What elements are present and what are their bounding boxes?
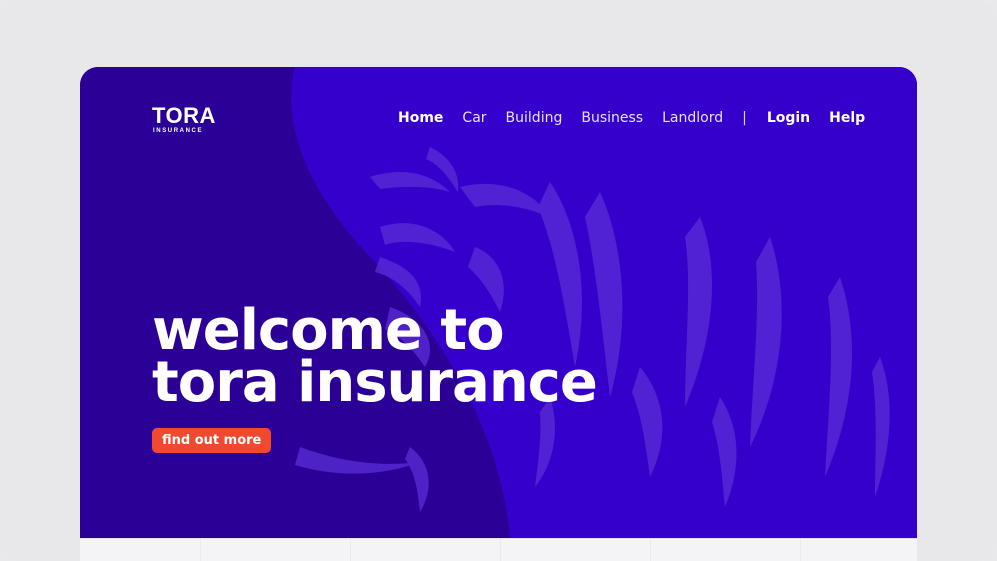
nav-item-building[interactable]: Building xyxy=(506,110,563,126)
nav-item-car[interactable]: Car xyxy=(462,110,486,126)
next-section-peek xyxy=(80,538,917,561)
hero-headline: welcome to tora insurance xyxy=(152,303,598,415)
section-divider xyxy=(200,539,201,561)
section-divider xyxy=(350,539,351,561)
help-link[interactable]: Help xyxy=(829,110,865,126)
section-divider xyxy=(650,539,651,561)
device-frame: TORA INSURANCE Home Car Building Busines… xyxy=(0,0,997,561)
login-link[interactable]: Login xyxy=(767,110,810,126)
hero-headline-line2: tora insurance xyxy=(152,350,598,415)
nav-item-landlord[interactable]: Landlord xyxy=(662,110,723,126)
website-window: TORA INSURANCE Home Car Building Busines… xyxy=(80,67,917,561)
nav-item-home[interactable]: Home xyxy=(398,110,443,126)
nav-item-business[interactable]: Business xyxy=(581,110,643,126)
section-divider xyxy=(800,539,801,561)
hero-section: TORA INSURANCE Home Car Building Busines… xyxy=(80,67,917,538)
main-nav: Home Car Building Business Landlord | Lo… xyxy=(398,110,884,126)
brand-tagline: INSURANCE xyxy=(153,128,204,134)
section-divider xyxy=(500,539,501,561)
brand-logo[interactable]: TORA INSURANCE xyxy=(152,103,216,135)
nav-separator: | xyxy=(742,110,747,126)
brand-name: TORA xyxy=(152,103,216,128)
find-out-more-button[interactable]: find out more xyxy=(152,428,272,453)
